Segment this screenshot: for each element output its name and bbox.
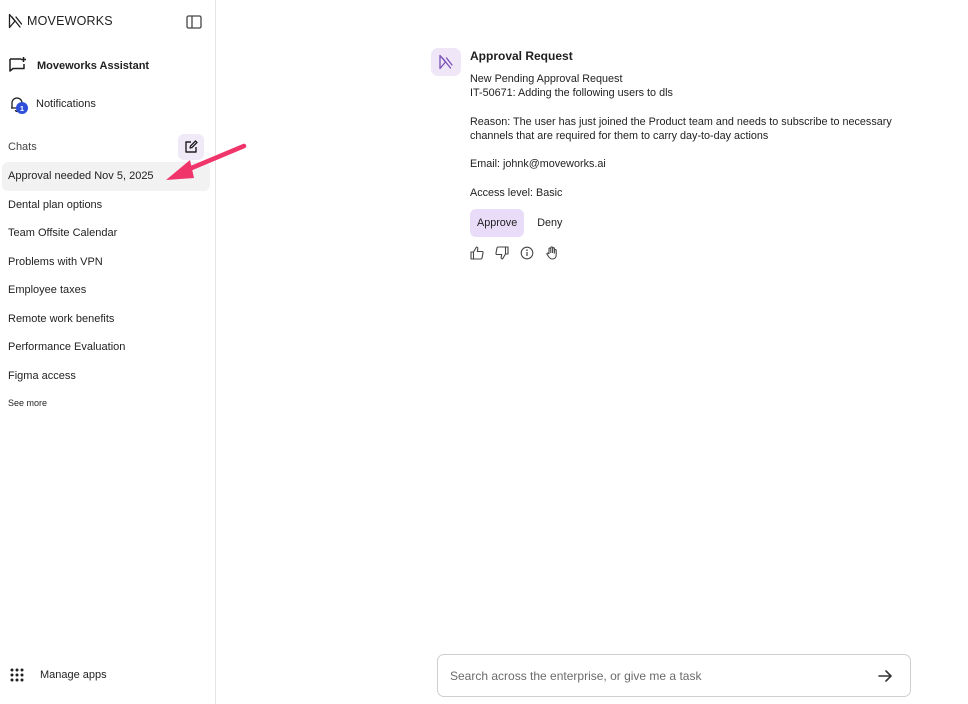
chat-item-dental-plan[interactable]: Dental plan options	[2, 191, 210, 220]
message-line: IT-50671: Adding the following users to …	[470, 87, 673, 100]
chat-sparkle-icon	[9, 57, 26, 72]
thumbs-down-icon[interactable]	[495, 246, 509, 260]
nav-notifications-label: Notifications	[36, 98, 96, 110]
manage-apps-button[interactable]: Manage apps	[10, 668, 107, 682]
moveworks-logo-icon	[439, 54, 453, 70]
sidebar: MOVEWORKS Moveworks Assistant 1 Notifica…	[0, 0, 216, 704]
message-line: New Pending Approval Request	[470, 73, 623, 86]
send-arrow-icon[interactable]	[876, 667, 894, 685]
message-title: Approval Request	[470, 49, 573, 63]
nav-notifications[interactable]: 1 Notifications	[8, 95, 96, 114]
nav-assistant-label: Moveworks Assistant	[37, 59, 150, 72]
chats-header: Chats	[8, 141, 37, 153]
sidebar-toggle-icon[interactable]	[185, 14, 203, 30]
apps-grid-icon	[10, 668, 24, 682]
chat-item-performance[interactable]: Performance Evaluation	[2, 333, 210, 362]
thumbs-up-icon[interactable]	[470, 246, 484, 260]
chat-item-remote-work[interactable]: Remote work benefits	[2, 305, 210, 334]
composer	[437, 654, 911, 697]
search-input[interactable]	[450, 667, 860, 685]
chat-list: Approval needed Nov 5, 2025 Dental plan …	[2, 162, 210, 390]
chat-item-team-offsite[interactable]: Team Offsite Calendar	[2, 219, 210, 248]
message-access-level: Access level: Basic	[470, 186, 563, 199]
feedback-toolbar	[470, 246, 930, 260]
approve-button[interactable]: Approve	[470, 208, 525, 237]
manage-apps-label: Manage apps	[40, 669, 107, 681]
chat-item-vpn[interactable]: Problems with VPN	[2, 248, 210, 277]
moveworks-logo-icon	[8, 13, 23, 29]
message-body: Approval Request New Pending Approval Re…	[470, 48, 930, 260]
info-icon[interactable]	[520, 246, 534, 260]
bot-avatar	[431, 48, 461, 76]
hand-raise-icon[interactable]	[545, 246, 559, 260]
see-more-link[interactable]: See more	[8, 398, 47, 408]
bell-icon: 1	[8, 95, 28, 114]
chat-item-employee-taxes[interactable]: Employee taxes	[2, 276, 210, 305]
deny-button[interactable]: Deny	[530, 209, 569, 237]
message-email: Email: johnk@moveworks.ai	[470, 158, 606, 171]
message-reason: Reason: The user has just joined the Pro…	[470, 115, 892, 142]
approval-actions: Approve Deny	[470, 208, 930, 237]
notification-badge: 1	[16, 102, 28, 114]
brand-logo[interactable]: MOVEWORKS	[8, 13, 113, 29]
nav-moveworks-assistant[interactable]: Moveworks Assistant	[8, 56, 149, 75]
annotation-arrow-icon	[166, 143, 247, 180]
brand-name: MOVEWORKS	[27, 14, 113, 28]
chat-item-figma-access[interactable]: Figma access	[2, 362, 210, 391]
